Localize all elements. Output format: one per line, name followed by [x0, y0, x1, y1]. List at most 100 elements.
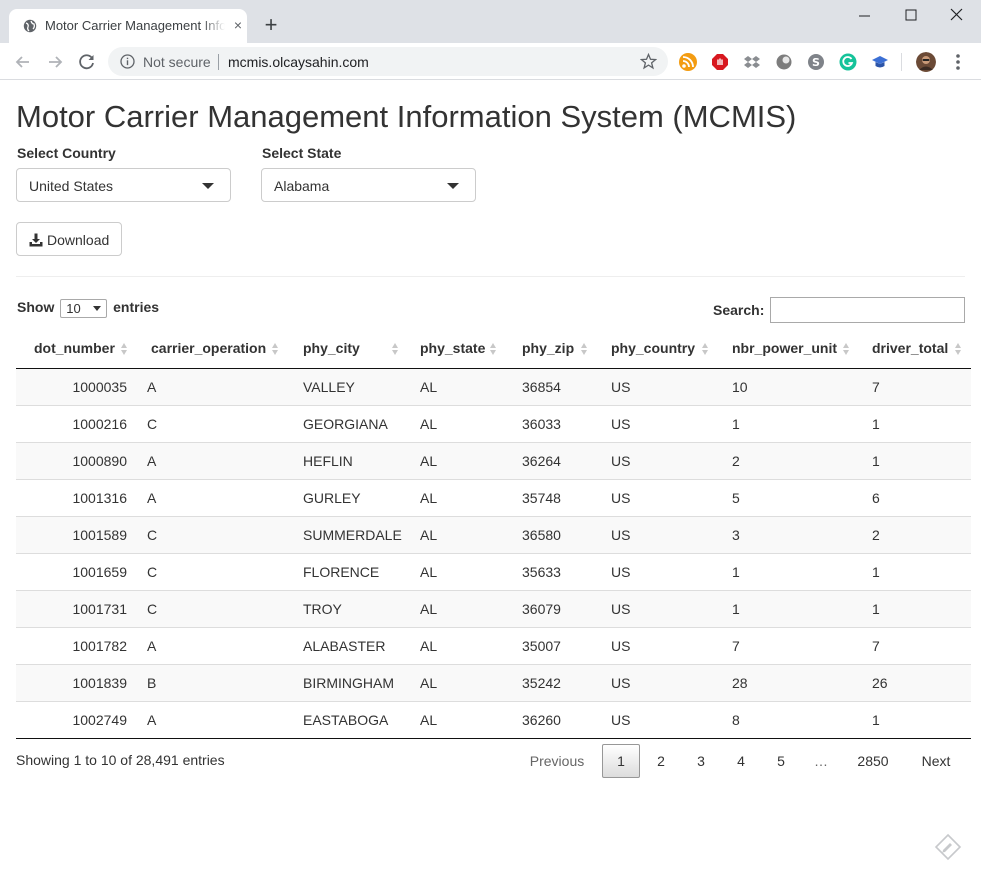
page-button[interactable]: 5	[762, 744, 800, 778]
state-select[interactable]: Alabama	[261, 168, 476, 202]
info-icon[interactable]	[120, 54, 135, 69]
sort-icon	[121, 343, 127, 355]
cell-driver-total: 6	[864, 478, 971, 516]
reload-icon[interactable]	[76, 51, 98, 73]
download-button[interactable]: Download	[16, 222, 122, 256]
star-icon[interactable]	[640, 53, 657, 70]
column-header[interactable]: driver_total	[864, 329, 971, 369]
country-select[interactable]: United States	[16, 168, 231, 202]
cell-nbr-power-unit: 1	[724, 404, 864, 442]
globe-icon	[23, 19, 37, 33]
cell-phy-state: AL	[412, 589, 514, 627]
cell-carrier-operation: B	[139, 663, 295, 701]
page-button[interactable]: 3	[682, 744, 720, 778]
chevron-down-icon	[202, 183, 214, 189]
cell-carrier-operation: A	[139, 478, 295, 516]
search-label: Search:	[713, 302, 765, 318]
cell-dot-number: 1000890	[16, 441, 139, 479]
cell-nbr-power-unit: 3	[724, 515, 864, 553]
cell-nbr-power-unit: 28	[724, 663, 864, 701]
cell-nbr-power-unit: 10	[724, 368, 864, 405]
next-button[interactable]: Next	[908, 744, 964, 778]
cell-phy-city: GEORGIANA	[295, 404, 412, 442]
cell-driver-total: 7	[864, 626, 971, 664]
tab-title: Motor Carrier Management Information Sys…	[45, 18, 225, 33]
column-header[interactable]: phy_state	[412, 329, 514, 369]
length-control: Show 10 entries	[17, 299, 159, 318]
browser-tab[interactable]: Motor Carrier Management Information Sys…	[9, 9, 247, 43]
sort-icon	[272, 343, 278, 355]
new-tab-button[interactable]: +	[259, 14, 283, 38]
pencil-badge-icon[interactable]	[934, 833, 962, 861]
cell-driver-total: 1	[864, 700, 971, 739]
cell-phy-state: AL	[412, 663, 514, 701]
table-row[interactable]: 1001589 C SUMMERDALE AL 36580 US 3 2	[16, 515, 971, 553]
graduation-cap-icon[interactable]	[871, 53, 889, 71]
cell-driver-total: 1	[864, 552, 971, 590]
cell-phy-country: US	[603, 626, 724, 664]
table-row[interactable]: 1001782 A ALABASTER AL 35007 US 7 7	[16, 626, 971, 664]
page-length-select[interactable]: 10	[60, 299, 108, 318]
back-arrow-icon[interactable]	[12, 51, 34, 73]
column-header[interactable]: carrier_operation	[139, 329, 295, 369]
page-button-current[interactable]: 1	[602, 744, 640, 778]
page-button[interactable]: 4	[722, 744, 760, 778]
cell-phy-state: AL	[412, 478, 514, 516]
table-row[interactable]: 1000890 A HEFLIN AL 36264 US 2 1	[16, 441, 971, 479]
maximize-icon[interactable]	[889, 5, 933, 27]
adblock-icon[interactable]	[711, 53, 729, 71]
cell-nbr-power-unit: 8	[724, 700, 864, 739]
cell-dot-number: 1001659	[16, 552, 139, 590]
table-row[interactable]: 1000035 A VALLEY AL 36854 US 10 7	[16, 368, 971, 405]
window-close-icon[interactable]	[935, 5, 979, 27]
grammarly-icon[interactable]	[839, 53, 857, 71]
table-row[interactable]: 1001839 B BIRMINGHAM AL 35242 US 28 26	[16, 663, 971, 701]
menu-dots-icon[interactable]	[950, 52, 966, 72]
url-text[interactable]: mcmis.olcaysahin.com	[228, 54, 369, 70]
forward-arrow-icon[interactable]	[44, 51, 66, 73]
cell-phy-city: SUMMERDALE	[295, 515, 412, 553]
cell-dot-number: 1001782	[16, 626, 139, 664]
rss-icon[interactable]	[679, 53, 697, 71]
page-button[interactable]: 2	[642, 744, 680, 778]
sort-icon	[392, 343, 398, 355]
extension-circle-icon[interactable]	[775, 53, 793, 71]
address-bar[interactable]: Not secure mcmis.olcaysahin.com	[108, 47, 668, 76]
dropbox-icon[interactable]	[743, 53, 761, 71]
sort-icon	[581, 343, 587, 355]
cell-phy-state: AL	[412, 552, 514, 590]
column-header[interactable]: phy_zip	[514, 329, 603, 369]
table-row[interactable]: 1001731 C TROY AL 36079 US 1 1	[16, 589, 971, 627]
search-input[interactable]	[770, 297, 965, 323]
cell-phy-country: US	[603, 700, 724, 739]
table-row[interactable]: 1001316 A GURLEY AL 35748 US 5 6	[16, 478, 971, 516]
page-title: Motor Carrier Management Information Sys…	[16, 99, 797, 134]
tab-close-icon[interactable]: ×	[230, 17, 246, 33]
table-header-row: dot_number carrier_operation phy_city ph…	[16, 329, 971, 369]
table-row[interactable]: 1000216 C GEORGIANA AL 36033 US 1 1	[16, 404, 971, 442]
state-select-value: Alabama	[274, 178, 330, 194]
cell-carrier-operation: C	[139, 404, 295, 442]
page-button-last[interactable]: 2850	[846, 744, 900, 778]
sort-icon	[702, 343, 708, 355]
browser-tab-bar: Motor Carrier Management Information Sys…	[0, 0, 981, 43]
column-header[interactable]: phy_country	[603, 329, 724, 369]
column-header[interactable]: dot_number	[16, 329, 139, 369]
cell-phy-city: EASTABOGA	[295, 700, 412, 739]
column-header[interactable]: nbr_power_unit	[724, 329, 864, 369]
svg-text:S: S	[812, 56, 820, 69]
skype-icon[interactable]: S	[807, 53, 825, 71]
table-row[interactable]: 1002749 A EASTABOGA AL 36260 US 8 1	[16, 700, 971, 739]
cell-phy-city: ALABASTER	[295, 626, 412, 664]
table-row[interactable]: 1001659 C FLORENCE AL 35633 US 1 1	[16, 552, 971, 590]
carrier-table: dot_number carrier_operation phy_city ph…	[16, 329, 971, 739]
divider	[16, 276, 965, 277]
column-header[interactable]: phy_city	[295, 329, 412, 369]
cell-phy-zip: 35633	[514, 552, 603, 590]
cell-dot-number: 1001839	[16, 663, 139, 701]
profile-avatar-icon[interactable]	[916, 52, 936, 72]
cell-driver-total: 2	[864, 515, 971, 553]
cell-nbr-power-unit: 7	[724, 626, 864, 664]
minimize-icon[interactable]	[843, 5, 887, 27]
previous-button[interactable]: Previous	[520, 744, 594, 778]
